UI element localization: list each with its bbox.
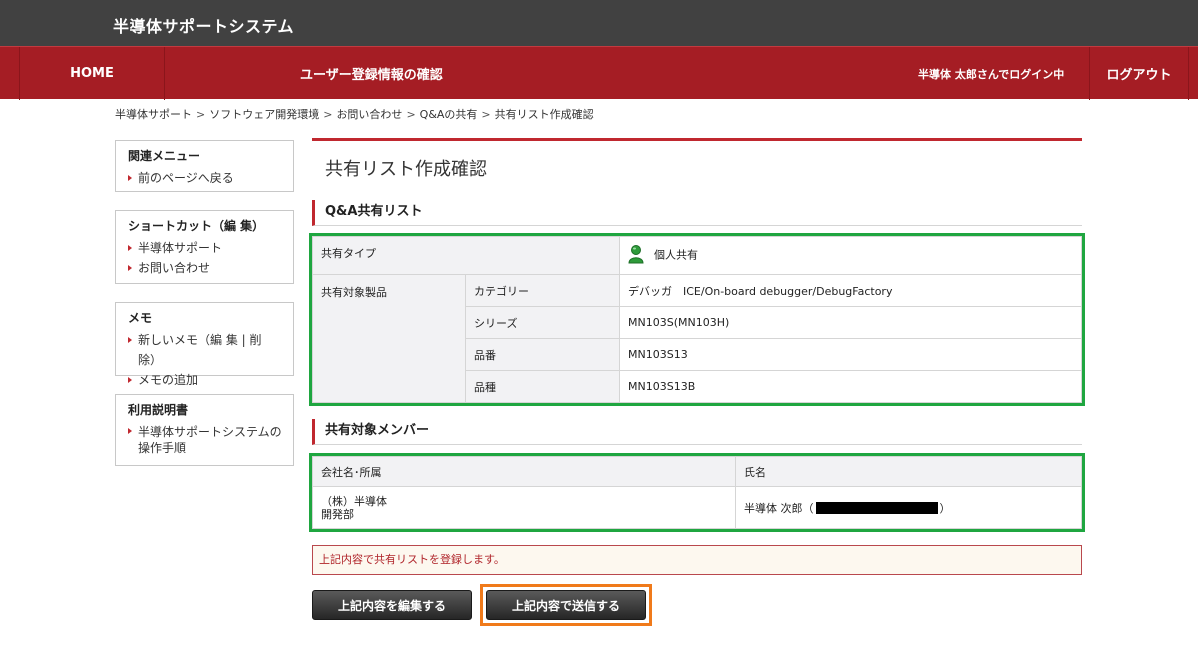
sidebar-link-inquiry[interactable]: お問い合わせ — [128, 258, 283, 278]
sidebar-link-label: お問い合わせ — [138, 261, 211, 275]
row-label: 品種 — [465, 370, 620, 403]
section-heading-members: 共有対象メンバー — [312, 419, 1082, 445]
sidebar-memo: メモ 新しいメモ（編 集 | 削 除） メモの追加 — [115, 302, 294, 387]
sidebar-heading: メモ — [128, 311, 153, 325]
logout-button[interactable]: ログアウト — [1090, 47, 1188, 99]
share-type-value: 個人共有 — [654, 248, 698, 262]
nav-page-title: ユーザー登録情報の確認 — [300, 68, 443, 83]
table-row: 会社名･所属 氏名 — [312, 456, 1082, 487]
table-row: （株）半導体 開発部 半導体 次郎（ ） — [312, 486, 1082, 529]
sidebar-link-label: 新しいメモ（編 集 | 削 除） — [138, 333, 262, 367]
sidebar-link-manual[interactable]: 半導体サポートシステムの操作手順 — [128, 422, 283, 456]
sidebar-heading: 関連メニュー — [128, 149, 201, 163]
row-label: 品番 — [465, 338, 620, 371]
company-name: （株）半導体 — [321, 494, 387, 508]
arrow-right-icon — [128, 428, 132, 434]
row-value: MN103S(MN103H) — [619, 306, 1082, 339]
column-header-name: 氏名 — [735, 456, 1082, 487]
member-company-cell: （株）半導体 開発部 — [312, 486, 736, 529]
nav-home-link[interactable]: HOME — [20, 47, 164, 99]
page-title: 共有リスト作成確認 — [325, 159, 487, 180]
sidebar-related-menu: 関連メニュー 前のページへ戻る — [115, 140, 294, 192]
row-label: シリーズ — [465, 306, 620, 339]
arrow-right-icon — [128, 337, 132, 343]
qa-share-table: 共有タイプ 個人共有 共有対象製品 カテゴリー デバッガ ICE/On-boar… — [312, 236, 1082, 403]
row-value: MN103S13 — [619, 338, 1082, 371]
system-title: 半導体サポートシステム — [113, 17, 295, 36]
sidebar-shortcut: ショートカット（編 集） 半導体サポート お問い合わせ — [115, 210, 294, 284]
arrow-right-icon — [128, 245, 132, 251]
arrow-right-icon — [128, 265, 132, 271]
department-name: 開発部 — [321, 507, 354, 521]
breadcrumb-separator: > — [196, 108, 206, 121]
breadcrumb-item[interactable]: 半導体サポート — [115, 108, 192, 121]
breadcrumb-item[interactable]: お問い合わせ — [336, 108, 402, 121]
sidebar-link-semiconductor-support[interactable]: 半導体サポート — [128, 238, 283, 258]
send-button[interactable]: 上記内容で送信する — [486, 590, 646, 620]
breadcrumb-current: 共有リスト作成確認 — [494, 108, 594, 121]
row-value: MN103S13B — [619, 370, 1082, 403]
share-type-label: 共有タイプ — [312, 236, 620, 275]
sidebar-link-label: 半導体サポートシステムの操作手順 — [138, 425, 282, 455]
nav-divider — [1188, 47, 1189, 100]
row-label: カテゴリー — [465, 274, 620, 307]
person-icon — [628, 244, 644, 267]
main-nav: HOME ユーザー登録情報の確認 半導体 太郎さんでログイン中 ログアウト — [0, 46, 1198, 100]
sidebar-link-add-memo[interactable]: メモの追加 — [128, 370, 283, 390]
sidebar-heading: 利用説明書 — [128, 403, 189, 417]
share-type-cell: 個人共有 — [619, 236, 1082, 275]
member-name-cell: 半導体 次郎（ ） — [735, 486, 1082, 529]
breadcrumb: 半導体サポート > ソフトウェア開発環境 > お問い合わせ > Q&Aの共有 > 共有リスト作成… — [115, 106, 594, 122]
sidebar-link-label: 前のページへ戻る — [138, 171, 234, 185]
top-header: 半導体サポートシステム — [0, 0, 1198, 46]
member-table: 会社名･所属 氏名 （株）半導体 開発部 半導体 次郎（ ） — [312, 456, 1082, 529]
breadcrumb-separator: > — [323, 108, 333, 121]
sidebar-link-back[interactable]: 前のページへ戻る — [128, 168, 283, 188]
table-row: 共有対象製品 カテゴリー デバッガ ICE/On-board debugger/… — [312, 274, 1082, 403]
sidebar-link-new-memo[interactable]: 新しいメモ（編 集 | 削 除） — [128, 330, 283, 370]
nav-divider — [164, 47, 165, 100]
sidebar-link-label: 半導体サポート — [138, 241, 223, 255]
breadcrumb-item[interactable]: ソフトウェア開発環境 — [209, 108, 319, 121]
member-name-close: ） — [939, 501, 951, 515]
breadcrumb-separator: > — [406, 108, 416, 121]
content-top-rule — [312, 138, 1082, 141]
member-name: 半導体 次郎（ — [744, 501, 814, 515]
edit-button[interactable]: 上記内容を編集する — [312, 590, 472, 620]
breadcrumb-separator: > — [481, 108, 491, 121]
arrow-right-icon — [128, 377, 132, 383]
section-heading-qa-list: Q&A共有リスト — [312, 200, 1082, 226]
row-value: デバッガ ICE/On-board debugger/DebugFactory — [619, 274, 1082, 307]
target-product-label: 共有対象製品 — [312, 274, 466, 403]
confirmation-notice: 上記内容で共有リストを登録します。 — [312, 545, 1082, 575]
column-header-company: 会社名･所属 — [312, 456, 736, 487]
table-row: 共有タイプ 個人共有 — [312, 236, 1082, 275]
accent-line — [312, 138, 1082, 141]
login-status: 半導体 太郎さんでログイン中 — [918, 68, 1065, 81]
sidebar-link-label: メモの追加 — [138, 373, 199, 387]
breadcrumb-item[interactable]: Q&Aの共有 — [420, 108, 478, 121]
sidebar-manual: 利用説明書 半導体サポートシステムの操作手順 — [115, 394, 294, 466]
sidebar-heading[interactable]: ショートカット（編 集） — [128, 217, 283, 234]
arrow-right-icon — [128, 175, 132, 181]
redacted-block — [815, 501, 938, 514]
